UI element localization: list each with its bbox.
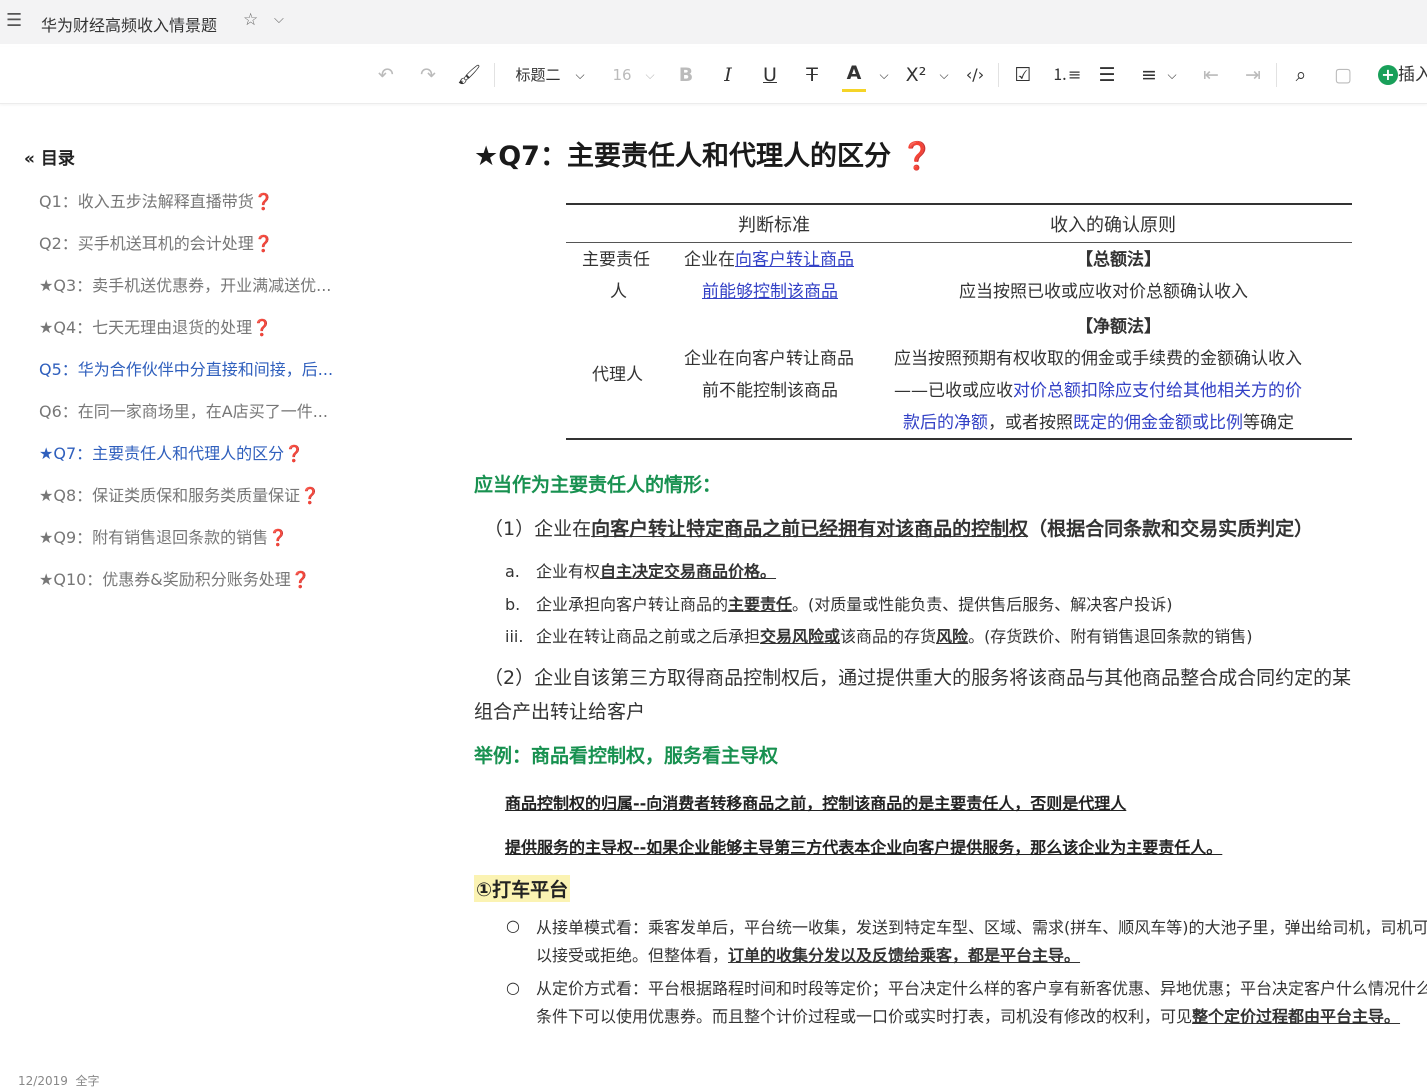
table-cell: ——已收或应收对价总额扣除应支付给其他相关方的价 [894,381,1302,401]
toc-item[interactable]: Q5：华为合作伙伴中分直接和间接，后... [39,356,333,380]
superscript-icon[interactable]: X² [902,61,930,89]
toc-item[interactable]: Q2：买手机送耳机的会计处理❓ [39,230,274,254]
checkbox-icon[interactable]: ☑ [1010,61,1036,89]
align-icon[interactable]: ≡ [1136,61,1162,89]
chevron-down-icon[interactable]: ⌵ [876,61,892,89]
list-item: b. 企业承担向客户转让商品的主要责任。(对质量或性能负责、提供售后服务、解决客户… [505,595,1173,614]
column-header: 判断标准 [738,215,810,236]
section-heading: 应当作为主要责任人的情形： [474,474,722,496]
chevron-down-icon[interactable]: ⌵ [936,61,952,89]
comparison-table: 判断标准 收入的确认原则 主要责任 人 企业在向客户转让商品 前能够控制该商品 … [566,203,1352,440]
outdent-icon[interactable]: ⇤ [1198,61,1224,89]
case-title: ①打车平台 [474,875,571,902]
link[interactable]: 向客户转让商品 [735,250,854,270]
table-cell: 代理人 [592,365,643,385]
table-cell: 人 [610,282,627,302]
bold-icon[interactable]: B [674,61,698,89]
toc-item[interactable]: Q6：在同一家商场里，在A店买了一件... [39,398,328,422]
bullet-icon: ○ [506,916,520,935]
font-color-icon[interactable]: A [842,61,866,92]
toc-item[interactable]: ★Q10：优惠券&奖励积分账务处理❓ [39,566,311,590]
indent-icon[interactable]: ⇥ [1240,61,1266,89]
format-painter-icon[interactable]: 🖌︎ [456,61,482,89]
list-item: a. 企业有权自主决定交易商品价格。 [505,562,777,581]
table-cell: 应当按照预期有权收取的佣金或手续费的金额确认收入 [894,349,1302,369]
star-icon[interactable]: ☆ [243,10,258,30]
toc-item[interactable]: ★Q4：七天无理由退货的处理❓ [39,314,272,338]
chevron-down-icon[interactable]: ⌵ [572,61,588,89]
table-cell: 款后的净额，或者按照既定的佣金金额或比例等确定 [903,413,1294,433]
divider [998,63,999,87]
ordered-list-icon[interactable]: ⒈≡ [1052,61,1081,89]
comment-icon[interactable]: ▢ [1330,61,1356,89]
toc-item[interactable]: ★Q8：保证类质保和服务类质量保证❓ [39,482,320,506]
page-title: ★Q7：主要责任人和代理人的区分 ❓ [474,141,934,172]
divider [494,63,495,87]
document-body[interactable]: ★Q7：主要责任人和代理人的区分 ❓ 判断标准 收入的确认原则 主要责任 人 企… [472,104,1427,1080]
list-item: iii. 企业在转让商品之前或之后承担交易风险或该商品的存货风险。(存货跌价、附有… [505,627,1253,646]
chevron-down-icon[interactable]: ⌵ [1164,61,1180,89]
table-cell: 前不能控制该商品 [702,381,838,401]
column-header: 收入的确认原则 [1050,215,1176,236]
list-item: 从接单模式看：乘客发单后，平台统一收集，发送到特定车型、区域、需求(拼车、顺风车… [536,918,1427,965]
table-cell: 前能够控制该商品 [702,276,838,308]
redo-icon[interactable]: ↷ [415,61,441,89]
paragraph: 组合产出转让给客户 [474,701,646,723]
insert-label: 插入 [1398,65,1427,85]
list-item: 从定价方式看：平台根据路程时间和时段等定价；平台决定什么样的客户享有新客优惠、异… [536,979,1427,1026]
toc-header[interactable]: « 目录 [24,144,75,169]
paragraph: （2）企业自该第三方取得商品控制权后，通过提供重大的服务将该商品与其他商品整合成… [484,667,1352,689]
section-heading: 举例：商品看控制权，服务看主导权 [474,745,779,767]
toc-item[interactable]: ★Q9：附有销售退回条款的销售❓ [39,524,288,548]
code-icon[interactable]: ‹/› [962,61,988,89]
strikethrough-icon[interactable]: T [800,61,824,89]
doc-title[interactable]: 华为财经高频收入情景题 [41,12,217,36]
example-line: 提供服务的主导权--如果企业能够主导第三方代表本企业向客户提供服务，那么该企业为… [505,838,1223,857]
paragraph: （1）企业在向客户转让特定商品之前已经拥有对该商品的控制权（根据合同条款和交易实… [484,518,1314,540]
table-header: 判断标准 收入的确认原则 [566,205,1352,243]
table-cell: 企业在向客户转让商品 [684,349,854,369]
font-size-select[interactable]: 16 [610,61,634,89]
table-cell: 主要责任 [582,250,650,270]
toc-title: 目录 [40,149,75,169]
collapse-icon[interactable]: « [24,149,35,169]
table-cell: 【总额法】 [1076,250,1161,270]
toc-item[interactable]: Q1：收入五步法解释直播带货❓ [39,188,274,212]
undo-icon[interactable]: ↶ [373,61,399,89]
table-cell: 应当按照已收或应收对价总额确认收入 [959,282,1248,302]
toc-item-current[interactable]: ★Q7：主要责任人和代理人的区分❓ [39,440,304,464]
bullet-list-icon[interactable]: ☰ [1094,61,1120,89]
plus-icon: + [1378,65,1398,85]
chevron-down-icon[interactable]: ⌵ [274,12,284,27]
search-icon[interactable]: ⌕ [1288,61,1314,89]
link[interactable]: 前能够控制该商品 [702,282,838,302]
title-bar: ☰ 华为财经高频收入情景题 ☆ ⌵ [0,0,1427,44]
table-cell: 企业在向客户转让商品 [684,250,854,270]
table-body: 主要责任 人 企业在向客户转让商品 前能够控制该商品 【总额法】 应当按照已收或… [566,243,1352,438]
italic-icon[interactable]: I [716,61,740,89]
underline-icon[interactable]: U [758,61,782,89]
chevron-down-icon[interactable]: ⌵ [642,61,658,89]
insert-button[interactable]: + 插入 [1378,61,1427,89]
example-line: 商品控制权的归属--向消费者转移商品之前，控制该商品的是主要责任人，否则是代理人 [505,794,1127,813]
divider [1276,63,1277,87]
menu-icon[interactable]: ☰ [6,10,22,31]
heading-style-select[interactable]: 标题二 [510,61,566,89]
table-cell: 【净额法】 [1076,317,1161,337]
word-count: 12/2019 全字 [18,1074,100,1088]
bullet-icon: ○ [506,978,520,997]
toc-item[interactable]: ★Q3：卖手机送优惠券，开业满减送优... [39,272,331,296]
editor-toolbar: ↶ ↷ 🖌︎ 标题二 ⌵ 16 ⌵ B I U T A ⌵ X² ⌵ ‹/› ☑… [0,47,1427,104]
toc-sidebar: « 目录 Q1：收入五步法解释直播带货❓ Q2：买手机送耳机的会计处理❓ ★Q3… [0,104,440,1080]
